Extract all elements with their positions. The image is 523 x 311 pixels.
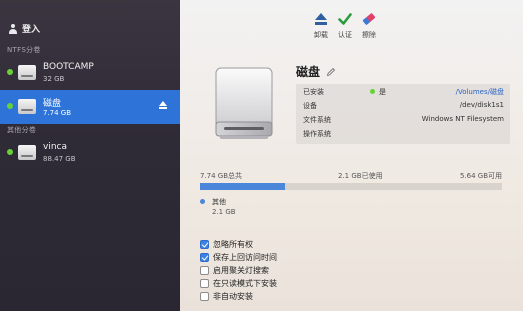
info-key: 操作系统 — [303, 130, 331, 138]
info-value: Windows NT Filesystem — [421, 115, 504, 123]
mount-path-link[interactable]: /Volumes/磁盘 — [456, 87, 504, 97]
section-header-ntfs: NTFS分卷 — [7, 46, 41, 54]
mounted-indicator — [7, 103, 13, 109]
eject-icon — [315, 13, 327, 25]
section-header-other: 其他分卷 — [7, 126, 37, 134]
option-save-access-time[interactable]: 保存上回访问时间 — [200, 251, 277, 264]
option-read-only[interactable]: 在只读模式下安装 — [200, 277, 277, 290]
volume-size: 88.47 GB — [43, 155, 76, 163]
volume-info-table: 已安装 是 /Volumes/磁盘 设备 /dev/disk1s1 文件系统 W… — [296, 84, 510, 144]
option-label: 启用聚关灯搜索 — [213, 266, 269, 275]
legend-name: 其他 — [212, 198, 226, 206]
capacity-used: 2.1 GB已使用 — [338, 172, 383, 180]
drive-icon — [18, 99, 36, 114]
capacity-labels: 7.74 GB总共 2.1 GB已使用 5.64 GB可用 — [200, 171, 502, 181]
erase-button[interactable]: 擦除 — [356, 12, 382, 40]
drive-icon — [18, 145, 36, 160]
info-key: 设备 — [303, 102, 317, 110]
volume-name: vinca — [43, 142, 67, 152]
unmount-label: 卸载 — [314, 31, 328, 39]
external-drive-icon — [215, 67, 273, 139]
volume-title: 磁盘 — [296, 65, 321, 79]
erase-label: 擦除 — [362, 31, 376, 39]
sidebar-item-vinca[interactable]: vinca 88.47 GB — [0, 136, 180, 170]
legend-size: 2.1 GB — [212, 208, 236, 216]
sidebar-item-bootcamp[interactable]: BOOTCAMP 32 GB — [0, 56, 180, 90]
user-icon — [8, 23, 18, 34]
drive-icon — [18, 65, 36, 80]
option-label: 保存上回访问时间 — [213, 253, 277, 262]
volume-name: BOOTCAMP — [43, 62, 94, 72]
info-key: 已安装 — [303, 88, 324, 96]
checkbox[interactable] — [200, 266, 209, 275]
mounted-indicator — [7, 69, 13, 75]
option-label: 在只读模式下安装 — [213, 279, 277, 288]
pencil-icon[interactable] — [326, 67, 336, 77]
info-value: /dev/disk1s1 — [459, 101, 504, 109]
toolbar: 卸载 认证 擦除 — [180, 0, 523, 44]
option-ignore-ownership[interactable]: 忽略所有权 — [200, 238, 277, 251]
option-label: 忽略所有权 — [213, 240, 253, 249]
option-no-automount[interactable]: 非自动安装 — [200, 290, 277, 303]
checkbox[interactable] — [200, 253, 209, 262]
capacity-total: 7.74 GB总共 — [200, 172, 243, 180]
info-row-mounted: 已安装 是 /Volumes/磁盘 — [296, 84, 510, 98]
info-row-device: 设备 /dev/disk1s1 — [296, 98, 510, 112]
unmount-button[interactable]: 卸载 — [308, 12, 334, 40]
option-label: 非自动安装 — [213, 292, 253, 301]
volume-name: 磁盘 — [43, 99, 62, 109]
mounted-status: 是 — [379, 88, 386, 96]
info-row-filesystem: 文件系统 Windows NT Filesystem — [296, 112, 510, 126]
capacity-bar — [200, 183, 502, 190]
info-key: 文件系统 — [303, 116, 331, 124]
eject-icon[interactable] — [159, 101, 167, 110]
capacity-bar-fill — [200, 183, 285, 190]
sidebar-item-disk[interactable]: 磁盘 7.74 GB — [0, 90, 180, 124]
mounted-status-icon — [370, 89, 375, 94]
verify-label: 认证 — [338, 31, 352, 39]
volume-title-row: 磁盘 — [296, 63, 336, 80]
legend-color-dot — [200, 199, 205, 204]
volume-size: 7.74 GB — [43, 109, 72, 117]
main-panel: 卸载 认证 擦除 磁盘 已安装 是 /Volumes/磁盘 设备 /dev/di… — [180, 0, 523, 311]
login-label: 登入 — [22, 25, 41, 35]
option-spotlight[interactable]: 启用聚关灯搜索 — [200, 264, 277, 277]
checkbox[interactable] — [200, 240, 209, 249]
eraser-icon — [362, 13, 376, 25]
checkmark-icon — [338, 13, 352, 25]
mount-options: 忽略所有权 保存上回访问时间 启用聚关灯搜索 在只读模式下安装 非自动安装 — [200, 238, 277, 303]
info-row-os: 操作系统 — [296, 126, 510, 140]
verify-button[interactable]: 认证 — [332, 12, 358, 40]
volume-size: 32 GB — [43, 75, 65, 83]
checkbox[interactable] — [200, 292, 209, 301]
checkbox[interactable] — [200, 279, 209, 288]
mounted-indicator — [7, 149, 13, 155]
capacity-free: 5.64 GB可用 — [459, 172, 502, 180]
sidebar: 登入 NTFS分卷 BOOTCAMP 32 GB 磁盘 7.74 GB 其他分卷… — [0, 0, 180, 311]
login-button[interactable]: 登入 — [8, 22, 40, 35]
